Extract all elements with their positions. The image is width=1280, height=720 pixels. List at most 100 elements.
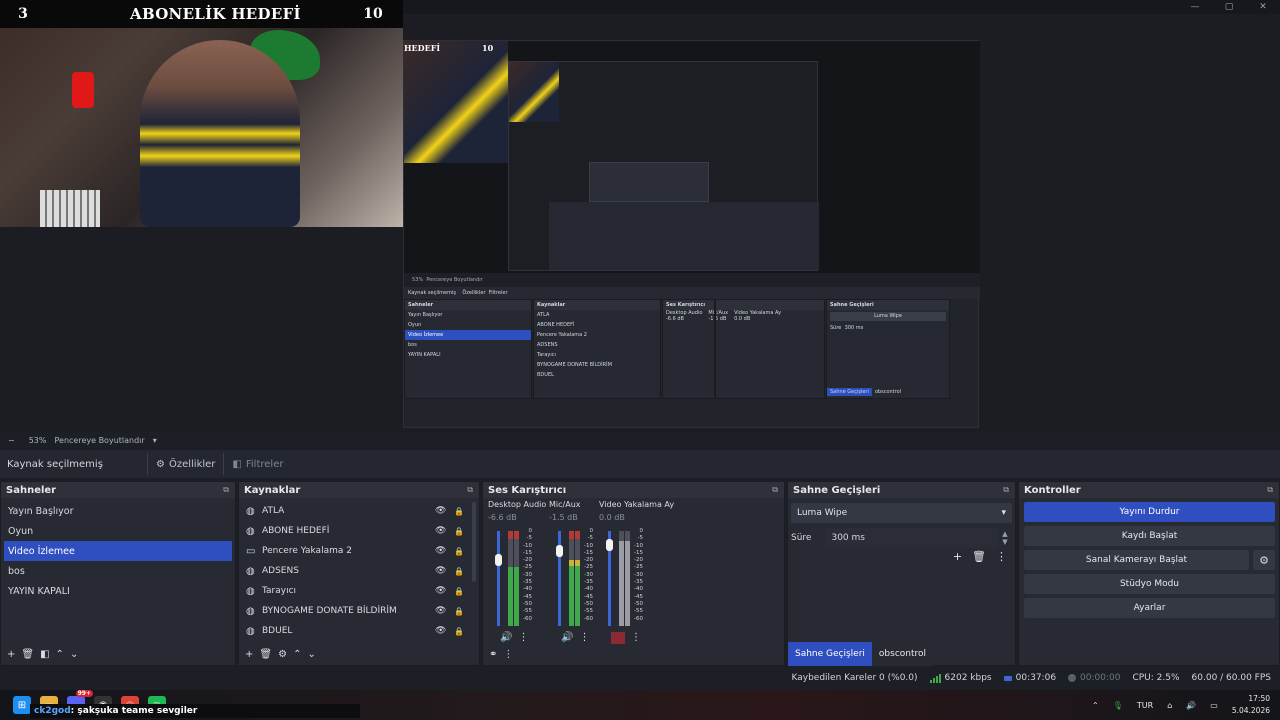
lock-icon[interactable]: 🔒 (454, 607, 464, 616)
preview-canvas[interactable]: HEDEFİ 10 53% Pencereye Boyutlandır Kayn… (0, 0, 1280, 432)
nested-source-item: ATLA (537, 312, 550, 318)
source-label: BDUEL (262, 626, 293, 636)
fader-knob[interactable] (606, 539, 613, 552)
stop-stream-button[interactable]: Yayını Durdur (1024, 502, 1275, 522)
scene-item[interactable]: Yayın Başlıyor (1, 501, 235, 521)
start-recording-button[interactable]: Kaydı Başlat (1024, 526, 1275, 546)
popout-icon[interactable]: ⧉ (467, 485, 473, 495)
gear-icon[interactable]: ⚙ (1253, 550, 1275, 570)
muted-icon[interactable] (611, 632, 625, 644)
source-item[interactable]: ◍ ABONE HEDEFİ 👁 🔒 (239, 521, 479, 541)
windows-start-icon[interactable]: ⊞ (13, 696, 31, 714)
zoom-out-button[interactable]: − (8, 436, 15, 445)
chevron-down-icon[interactable]: ⌄ (70, 649, 78, 660)
kebab-icon[interactable]: ⋮ (996, 550, 1007, 563)
properties-button[interactable]: ⚙ Özellikler (147, 453, 223, 475)
zoom-fit-label[interactable]: Pencereye Boyutlandır (54, 436, 144, 445)
fader-knob[interactable] (556, 545, 563, 558)
chevron-down-icon[interactable]: ▾ (153, 436, 157, 445)
settings-button[interactable]: Ayarlar (1024, 598, 1275, 618)
trash-icon[interactable]: 🗑 (21, 649, 34, 660)
chevron-up-icon[interactable]: ⌃ (293, 649, 301, 660)
start-virtual-camera-button[interactable]: Sanal Kamerayı Başlat (1024, 550, 1249, 570)
source-toolbar: Kaynak seçilmemiş ⚙ Özellikler ◧ Filtreler (0, 450, 1280, 478)
tab-scene-transitions[interactable]: Sahne Geçişleri (788, 642, 872, 666)
db-tick: -60 (523, 615, 532, 622)
gear-icon[interactable]: ⚙ (278, 649, 287, 660)
volume-fader[interactable] (556, 531, 563, 626)
lock-icon[interactable]: 🔒 (454, 527, 464, 536)
minimize-button[interactable]: — (1178, 0, 1212, 14)
popout-icon[interactable]: ⧉ (1003, 485, 1009, 495)
transition-value: Luma Wipe (797, 508, 848, 518)
kebab-icon[interactable]: ⋮ (631, 632, 641, 644)
eye-icon[interactable]: 👁 (435, 506, 446, 516)
source-item[interactable]: ◍ ATLA 👁 🔒 (239, 501, 479, 521)
chevron-down-icon[interactable]: ⌄ (307, 649, 315, 660)
source-label: ADSENS (262, 566, 299, 576)
filters-button[interactable]: ◧ Filtreler (223, 453, 291, 475)
source-item[interactable]: ◍ ADSENS 👁 🔒 (239, 561, 479, 581)
source-scrollbar[interactable] (472, 502, 476, 582)
add-icon[interactable]: + (245, 649, 253, 660)
volume-icon[interactable]: 🔊 (1186, 701, 1196, 710)
link-icon[interactable]: ⚭ (489, 649, 497, 660)
lock-icon[interactable]: 🔒 (454, 547, 464, 556)
filter-icon[interactable]: ◧ (40, 649, 49, 660)
eye-icon[interactable]: 👁 (435, 566, 446, 576)
eye-icon[interactable]: 👁 (435, 526, 446, 536)
add-icon[interactable]: + (953, 550, 962, 563)
lock-icon[interactable]: 🔒 (454, 567, 464, 576)
transition-select[interactable]: Luma Wipe ▾ (791, 503, 1012, 523)
nested-transitions-dock: Sahne Geçişleri Luma Wipe Süre 300 ms Sa… (826, 299, 950, 399)
eye-icon[interactable]: 👁 (435, 586, 446, 596)
chevron-up-icon[interactable]: ⌃ (1092, 701, 1099, 710)
duration-spinner[interactable]: ▲ ▼ (998, 530, 1012, 546)
close-button[interactable]: ✕ (1246, 0, 1280, 14)
popout-icon[interactable]: ⧉ (1267, 485, 1273, 495)
record-timer: 00:00:00 (1068, 673, 1120, 683)
battery-icon[interactable]: ▭ (1210, 701, 1218, 710)
lock-icon[interactable]: 🔒 (454, 627, 464, 636)
scene-item[interactable]: Oyun (1, 521, 235, 541)
lock-icon[interactable]: 🔒 (454, 507, 464, 516)
eye-icon[interactable]: 👁 (435, 546, 446, 556)
source-item[interactable]: ▭ Pencere Yakalama 2 👁 🔒 (239, 541, 479, 561)
volume-fader[interactable] (606, 531, 613, 626)
volume-fader[interactable] (495, 531, 502, 626)
lock-icon[interactable]: 🔒 (454, 587, 464, 596)
popout-icon[interactable]: ⧉ (223, 485, 229, 495)
network-icon[interactable]: ⌂ (1167, 701, 1172, 710)
popout-icon[interactable]: ⧉ (772, 485, 778, 495)
microphone-icon[interactable]: 🎙 (1113, 701, 1123, 710)
add-icon[interactable]: + (7, 649, 15, 660)
meter-fill (625, 541, 630, 626)
nested-mixer-channel: Video Yakalama Ay 0.0 dB (734, 310, 781, 322)
speaker-icon[interactable]: 🔊 (561, 632, 573, 643)
scene-item-selected[interactable]: Video İzlemee (4, 541, 232, 561)
scene-item[interactable]: YAYIN KAPALI (1, 581, 235, 601)
kebab-icon[interactable]: ⋮ (503, 649, 513, 660)
studio-mode-button[interactable]: Stüdyo Modu (1024, 574, 1275, 594)
scene-item[interactable]: bos (1, 561, 235, 581)
chevron-up-icon[interactable]: ⌃ (56, 649, 64, 660)
trash-icon[interactable]: 🗑 (259, 649, 272, 660)
source-item[interactable]: ◍ Tarayıcı 👁 🔒 (239, 581, 479, 601)
notification-badge: 99+ (75, 690, 93, 697)
fader-knob[interactable] (495, 554, 502, 567)
source-item[interactable]: ◍ BYNOGAME DONATE BİLDİRİM 👁 🔒 (239, 601, 479, 621)
eye-icon[interactable]: 👁 (435, 626, 446, 636)
speaker-icon[interactable]: 🔊 (500, 632, 512, 643)
kebab-icon[interactable]: ⋮ (518, 632, 528, 643)
chat-username: ck2god (34, 706, 71, 716)
clock[interactable]: 17:50 5.04.2026 (1232, 693, 1270, 717)
tab-obscontrol[interactable]: obscontrol (871, 642, 934, 666)
trash-icon[interactable]: 🗑 (972, 550, 986, 563)
nested-channel-db: -1.5 dB (708, 316, 727, 322)
source-item[interactable]: ◍ BDUEL 👁 🔒 (239, 621, 479, 641)
eye-icon[interactable]: 👁 (435, 606, 446, 616)
duration-input[interactable]: 300 ms (825, 528, 998, 548)
kebab-icon[interactable]: ⋮ (579, 632, 589, 643)
language-indicator[interactable]: TUR (1137, 701, 1153, 710)
maximize-button[interactable]: ▢ (1212, 0, 1246, 14)
